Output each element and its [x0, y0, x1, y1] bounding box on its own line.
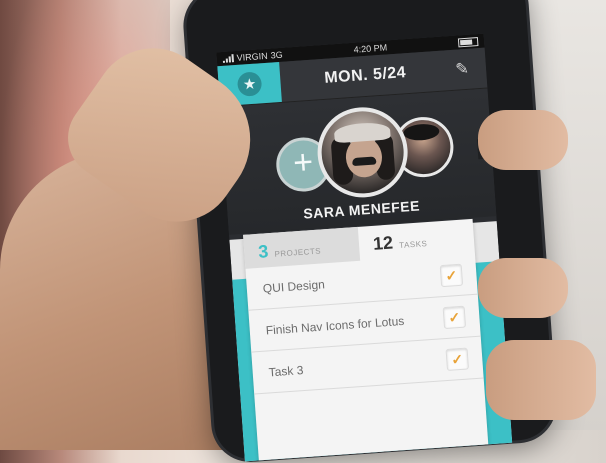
task-label: QUI Design	[262, 276, 326, 296]
finger-middle	[478, 258, 568, 318]
projects-label: PROJECTS	[274, 246, 322, 259]
finger-bottom	[486, 340, 596, 420]
checkmark-icon[interactable]: ✓	[445, 347, 469, 371]
tasks-count: 12	[372, 232, 394, 254]
edit-icon[interactable]: ✎	[449, 56, 475, 82]
signal-icon	[222, 54, 235, 63]
task-label: Finish Nav Icons for Lotus	[265, 313, 405, 338]
task-panel: 3 PROJECTS 12 TASKS QUI Design ✓ Finish …	[229, 218, 513, 462]
finger-top	[478, 110, 568, 170]
tasks-label: TASKS	[398, 239, 428, 251]
avatar[interactable]	[314, 104, 411, 201]
network-type: 3G	[270, 49, 283, 61]
battery-icon	[457, 36, 479, 47]
phone-screen: VIRGIN 3G 4:20 PM ★ MON. 5/24 ✎ ◀ ▶ +	[216, 33, 513, 462]
task-card: 3 PROJECTS 12 TASKS QUI Design ✓ Finish …	[243, 218, 489, 462]
projects-count: 3	[257, 241, 269, 262]
clock: 4:20 PM	[353, 42, 388, 55]
star-icon: ★	[236, 71, 263, 97]
date-title: MON. 5/24	[323, 64, 407, 87]
profile-carousel: ◀ ▶ + SARA MENEFEE	[220, 88, 497, 235]
checkmark-icon[interactable]: ✓	[439, 263, 464, 287]
checkmark-icon[interactable]: ✓	[442, 305, 467, 329]
carrier-name: VIRGIN	[236, 50, 269, 63]
task-label: Task 3	[268, 362, 304, 379]
